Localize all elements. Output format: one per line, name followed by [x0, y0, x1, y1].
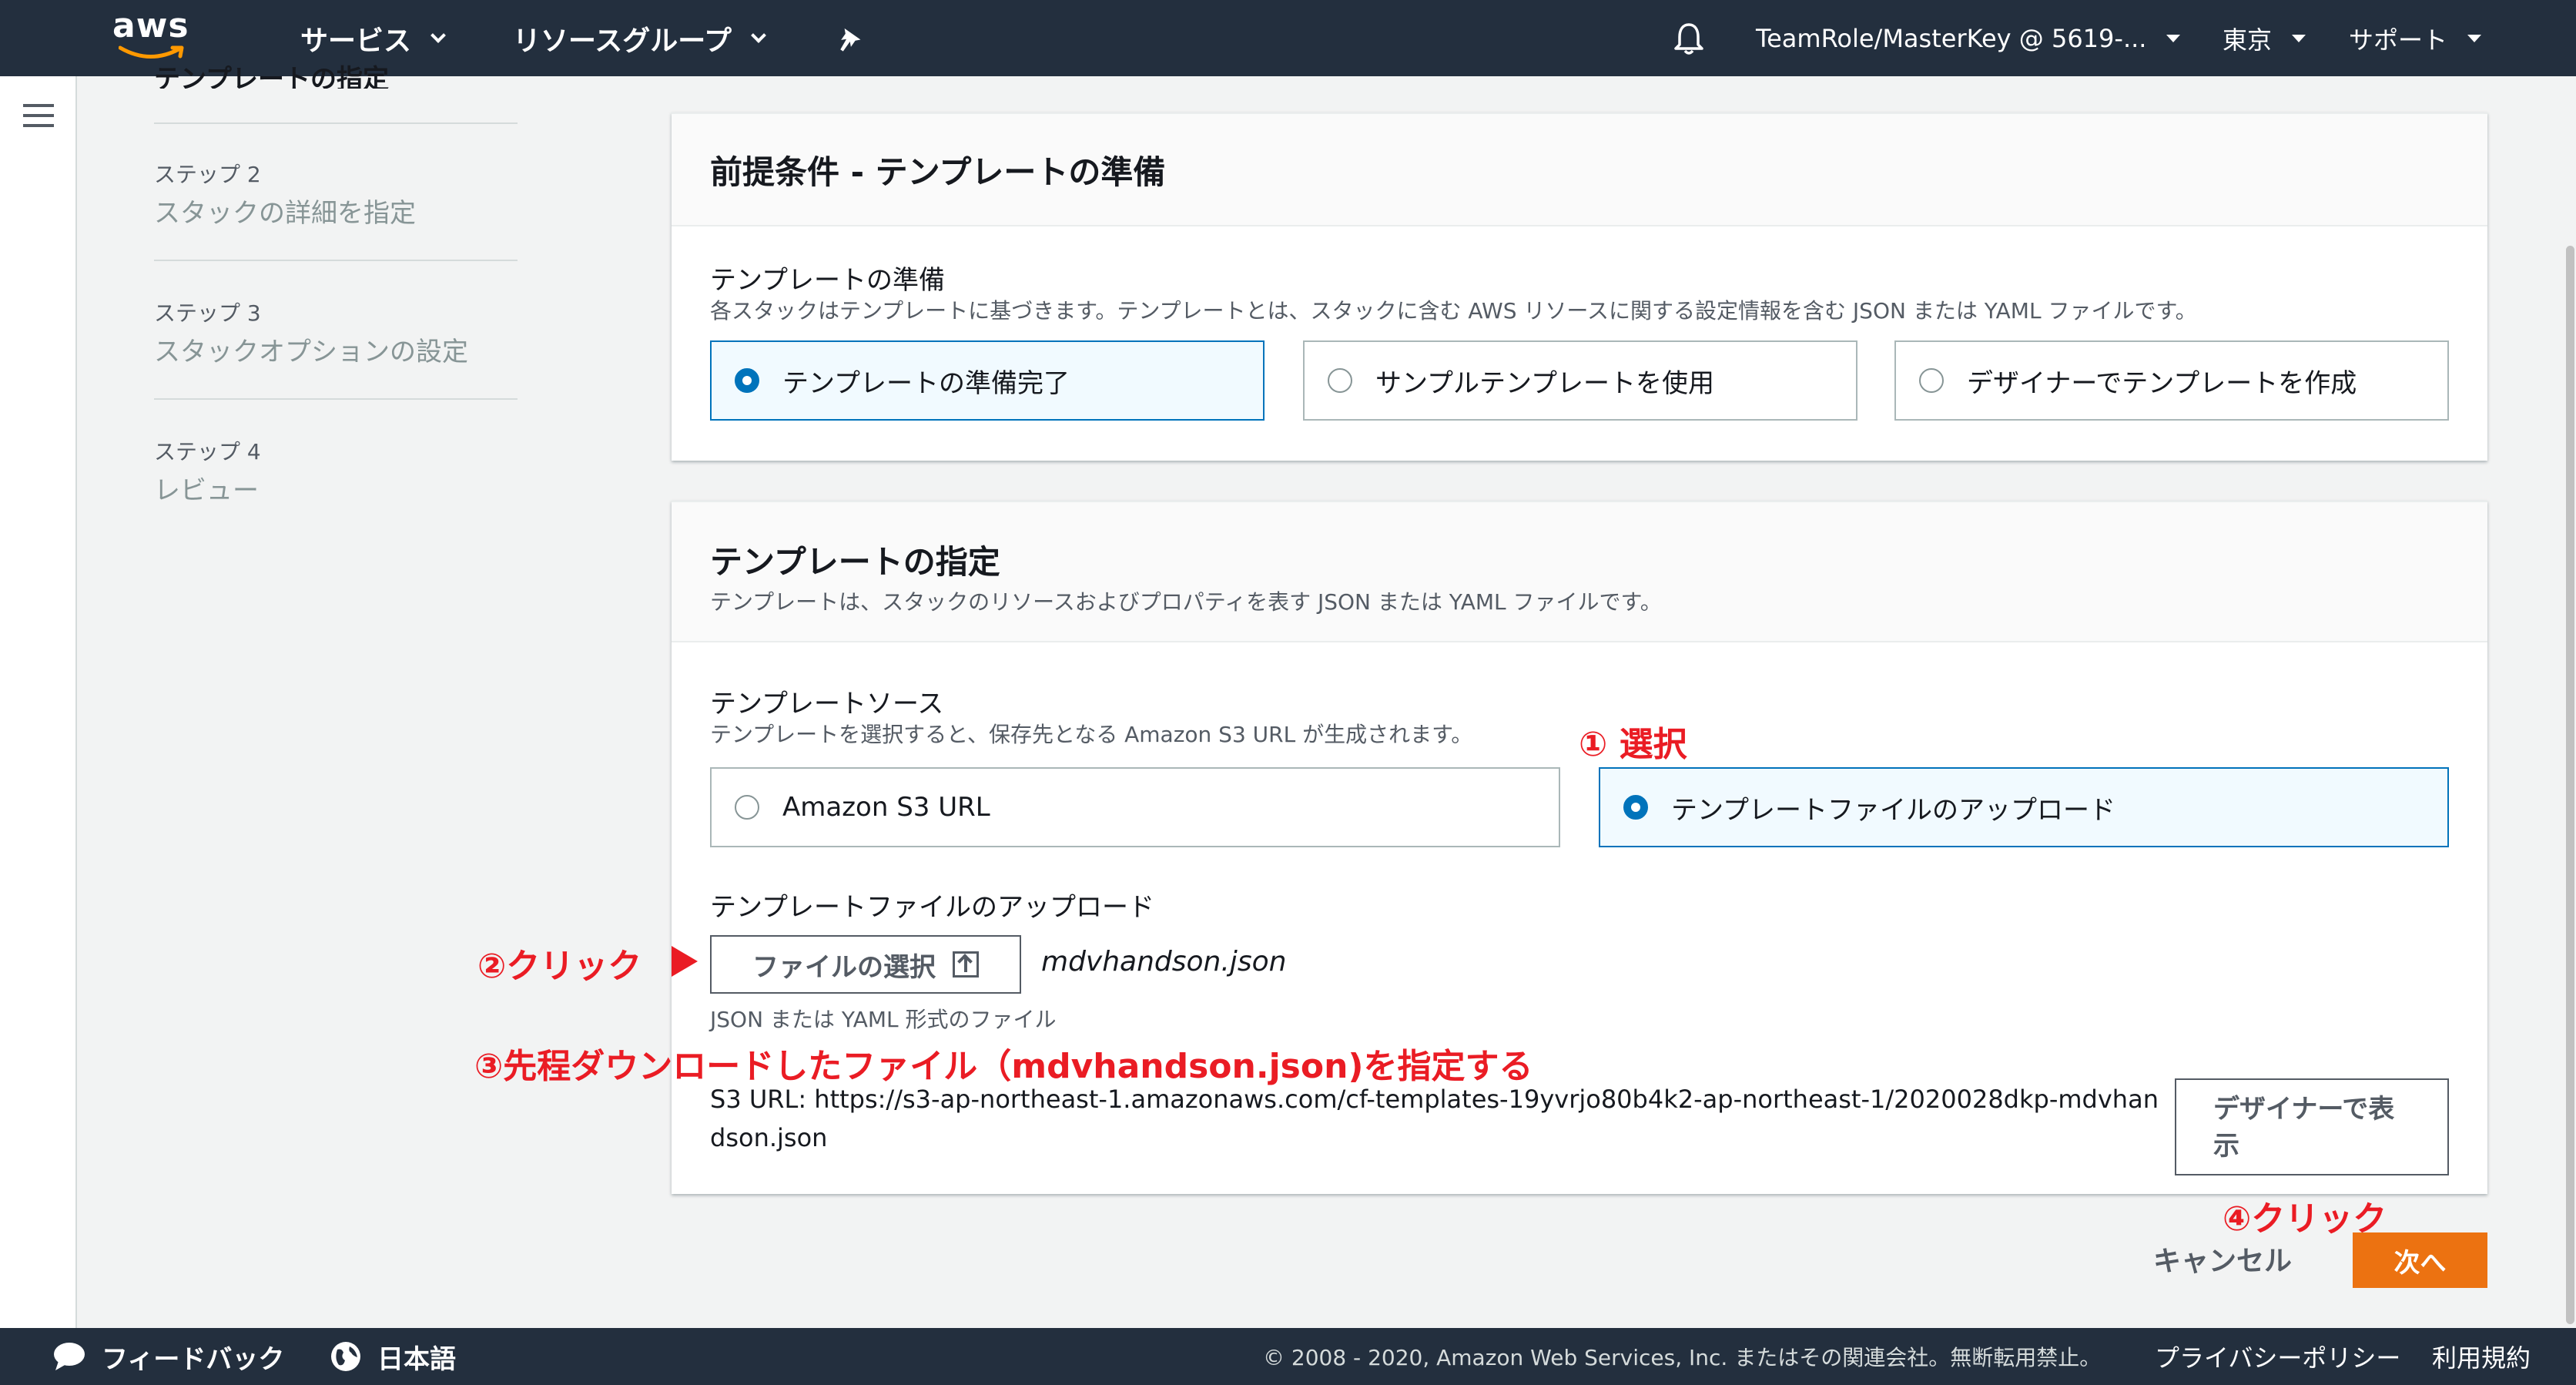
scrollbar-thumb[interactable] [2566, 246, 2574, 1324]
terms-link[interactable]: 利用規約 [2432, 1328, 2531, 1385]
left-rail [0, 76, 77, 1328]
annotation-click-file: ②クリック [477, 947, 642, 986]
language-label: 日本語 [377, 1343, 456, 1375]
option-label: デザイナーでテンプレートを作成 [1967, 367, 2357, 399]
selected-file-name: mdvhandson.json [1041, 946, 1287, 978]
annotation-specify-file: ③先程ダウンロードしたファイル（mdvhandson.json)を指定する [474, 1047, 1533, 1086]
option-label: サンプルテンプレートを使用 [1375, 367, 1714, 399]
support-label: サポート [2349, 25, 2448, 55]
radio-icon[interactable] [1623, 795, 1648, 820]
feedback-link[interactable]: フィードバック [52, 1328, 284, 1385]
radio-icon[interactable] [735, 368, 759, 393]
chevron-down-icon [430, 27, 446, 43]
privacy-policy-link[interactable]: プライバシーポリシー [2155, 1328, 2400, 1385]
prerequisite-panel: 前提条件 - テンプレートの準備 テンプレートの準備 各スタックはテンプレートに… [672, 112, 2487, 461]
option-label: Amazon S3 URL [782, 792, 990, 823]
specify-template-panel: テンプレートの指定 テンプレートは、スタックのリソースおよびプロパティを表す J… [672, 501, 2487, 1194]
scrollbar[interactable] [2564, 76, 2576, 1328]
file-hint: JSON または YAML 形式のファイル [710, 1007, 1057, 1032]
radio-icon[interactable] [1328, 368, 1352, 393]
specify-template-title: テンプレートの指定 [710, 543, 1000, 581]
template-source-label: テンプレートソース [710, 689, 944, 719]
step-3-name: スタックオプションの設定 [154, 337, 468, 367]
copyright-text: © 2008 - 2020, Amazon Web Services, Inc.… [1263, 1345, 2102, 1370]
notifications-button[interactable] [1673, 0, 1705, 76]
divider [154, 122, 518, 124]
language-selector[interactable]: 日本語 [330, 1328, 456, 1385]
step-3-number: ステップ 3 [154, 300, 261, 326]
option-sample-template[interactable]: サンプルテンプレートを使用 [1303, 340, 1857, 421]
upload-file-label: テンプレートファイルのアップロード [710, 892, 1154, 923]
resource-groups-menu[interactable]: リソースグループ [513, 0, 766, 76]
step-4-number: ステップ 4 [154, 439, 261, 464]
step-2-number: ステップ 2 [154, 162, 261, 187]
footer: フィードバック 日本語 © 2008 - 2020, Amazon Web Se… [0, 1328, 2576, 1385]
pin-icon [840, 28, 861, 52]
annotation-arrow-icon [672, 946, 698, 977]
source-upload-file[interactable]: テンプレートファイルのアップロード [1599, 767, 2449, 847]
step-1-title[interactable]: テンプレートの指定 [154, 58, 389, 89]
option-label: テンプレートの準備完了 [782, 367, 1070, 399]
source-s3-url[interactable]: Amazon S3 URL [710, 767, 1560, 847]
radio-icon[interactable] [735, 795, 759, 820]
speech-bubble-icon [54, 1343, 85, 1370]
prepare-template-label: テンプレートの準備 [710, 265, 945, 296]
s3-url-text: S3 URL: https://s3-ap-northeast-1.amazon… [710, 1085, 2159, 1152]
choose-file-label: ファイルの選択 [752, 951, 936, 983]
upload-icon [953, 951, 979, 978]
panel-header: テンプレートの指定 テンプレートは、スタックのリソースおよびプロパティを表す J… [672, 502, 2487, 642]
support-menu[interactable]: サポート [2349, 0, 2482, 76]
prerequisite-title: 前提条件 - テンプレートの準備 [710, 153, 1166, 191]
choose-file-button[interactable]: ファイルの選択 [710, 935, 1021, 994]
divider [154, 260, 518, 261]
feedback-label: フィードバック [102, 1343, 285, 1375]
panel-header: 前提条件 - テンプレートの準備 [672, 114, 2487, 226]
annotation-click-next: ④クリック [2223, 1199, 2387, 1239]
resource-groups-label: リソースグループ [513, 25, 732, 57]
caret-down-icon [2166, 34, 2181, 42]
template-source-desc: テンプレートを選択すると、保存先となる Amazon S3 URL が生成されま… [710, 722, 1473, 747]
step-2-name: スタックの詳細を指定 [154, 198, 416, 229]
aws-logo-text: aws [112, 6, 189, 45]
account-menu[interactable]: TeamRole/MasterKey @ 5619-... [1756, 0, 2181, 76]
cancel-button[interactable]: キャンセル [2153, 1239, 2292, 1279]
account-label: TeamRole/MasterKey @ 5619-... [1756, 23, 2147, 53]
specify-template-desc: テンプレートは、スタックのリソースおよびプロパティを表す JSON または YA… [710, 589, 1662, 615]
step-4-name: レビュー [154, 475, 259, 506]
region-label: 東京 [2223, 25, 2273, 55]
services-label: サービス [300, 25, 412, 57]
divider [154, 398, 518, 400]
next-button[interactable]: 次へ [2353, 1232, 2487, 1288]
region-menu[interactable]: 東京 [2223, 0, 2306, 76]
radio-icon[interactable] [1919, 368, 1944, 393]
hamburger-icon[interactable] [23, 104, 54, 129]
bell-icon [1674, 22, 1703, 55]
option-label: テンプレートファイルのアップロード [1671, 794, 2115, 826]
option-designer-template[interactable]: デザイナーでテンプレートを作成 [1894, 340, 2449, 421]
globe-icon [331, 1342, 360, 1371]
prepare-template-desc: 各スタックはテンプレートに基づきます。テンプレートとは、スタックに含む AWS … [710, 298, 2197, 324]
caret-down-icon [2292, 34, 2306, 42]
view-in-designer-button[interactable]: デザイナーで表示 [2175, 1078, 2449, 1175]
pin-button[interactable] [836, 0, 863, 76]
annotation-select: ① 選択 [1579, 725, 1687, 764]
chevron-down-icon [751, 27, 766, 43]
option-template-ready[interactable]: テンプレートの準備完了 [710, 340, 1265, 421]
caret-down-icon [2467, 34, 2482, 42]
